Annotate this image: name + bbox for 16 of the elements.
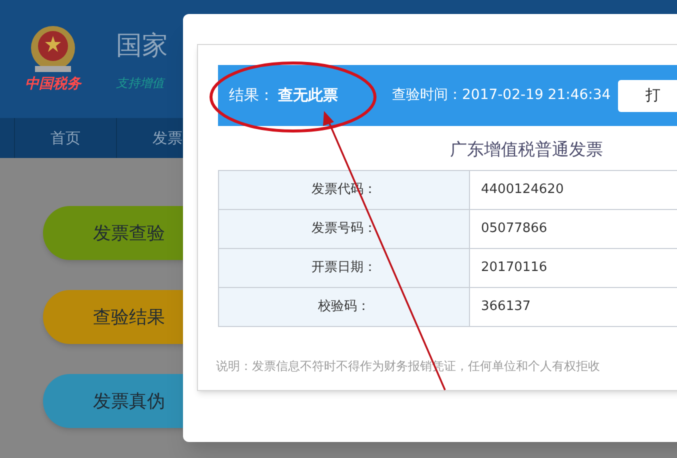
field-value: 20170116 xyxy=(480,258,548,277)
field-value: 366137 xyxy=(480,298,531,316)
result-value: 查无此票 xyxy=(278,85,338,106)
field-label: 开票日期： xyxy=(219,248,470,286)
field-label: 发票号码： xyxy=(219,210,470,248)
site-title: 国家 xyxy=(116,30,168,62)
logo-text: 中国税务 xyxy=(25,74,81,94)
invoice-title: 广东增值税普通发票 xyxy=(450,139,604,162)
field-value: 05077866 xyxy=(480,220,548,238)
field-label: 校验码： xyxy=(219,288,470,326)
check-time: 查验时间：2017-02-19 21:46:34 xyxy=(392,86,611,105)
site-subtitle: 支持增值 xyxy=(116,74,166,92)
field-value: 4400124620 xyxy=(480,180,564,199)
print-button[interactable]: 打 xyxy=(618,80,677,112)
nav-link[interactable]: 首页 xyxy=(14,118,116,158)
result-label: 结果： xyxy=(229,85,274,106)
